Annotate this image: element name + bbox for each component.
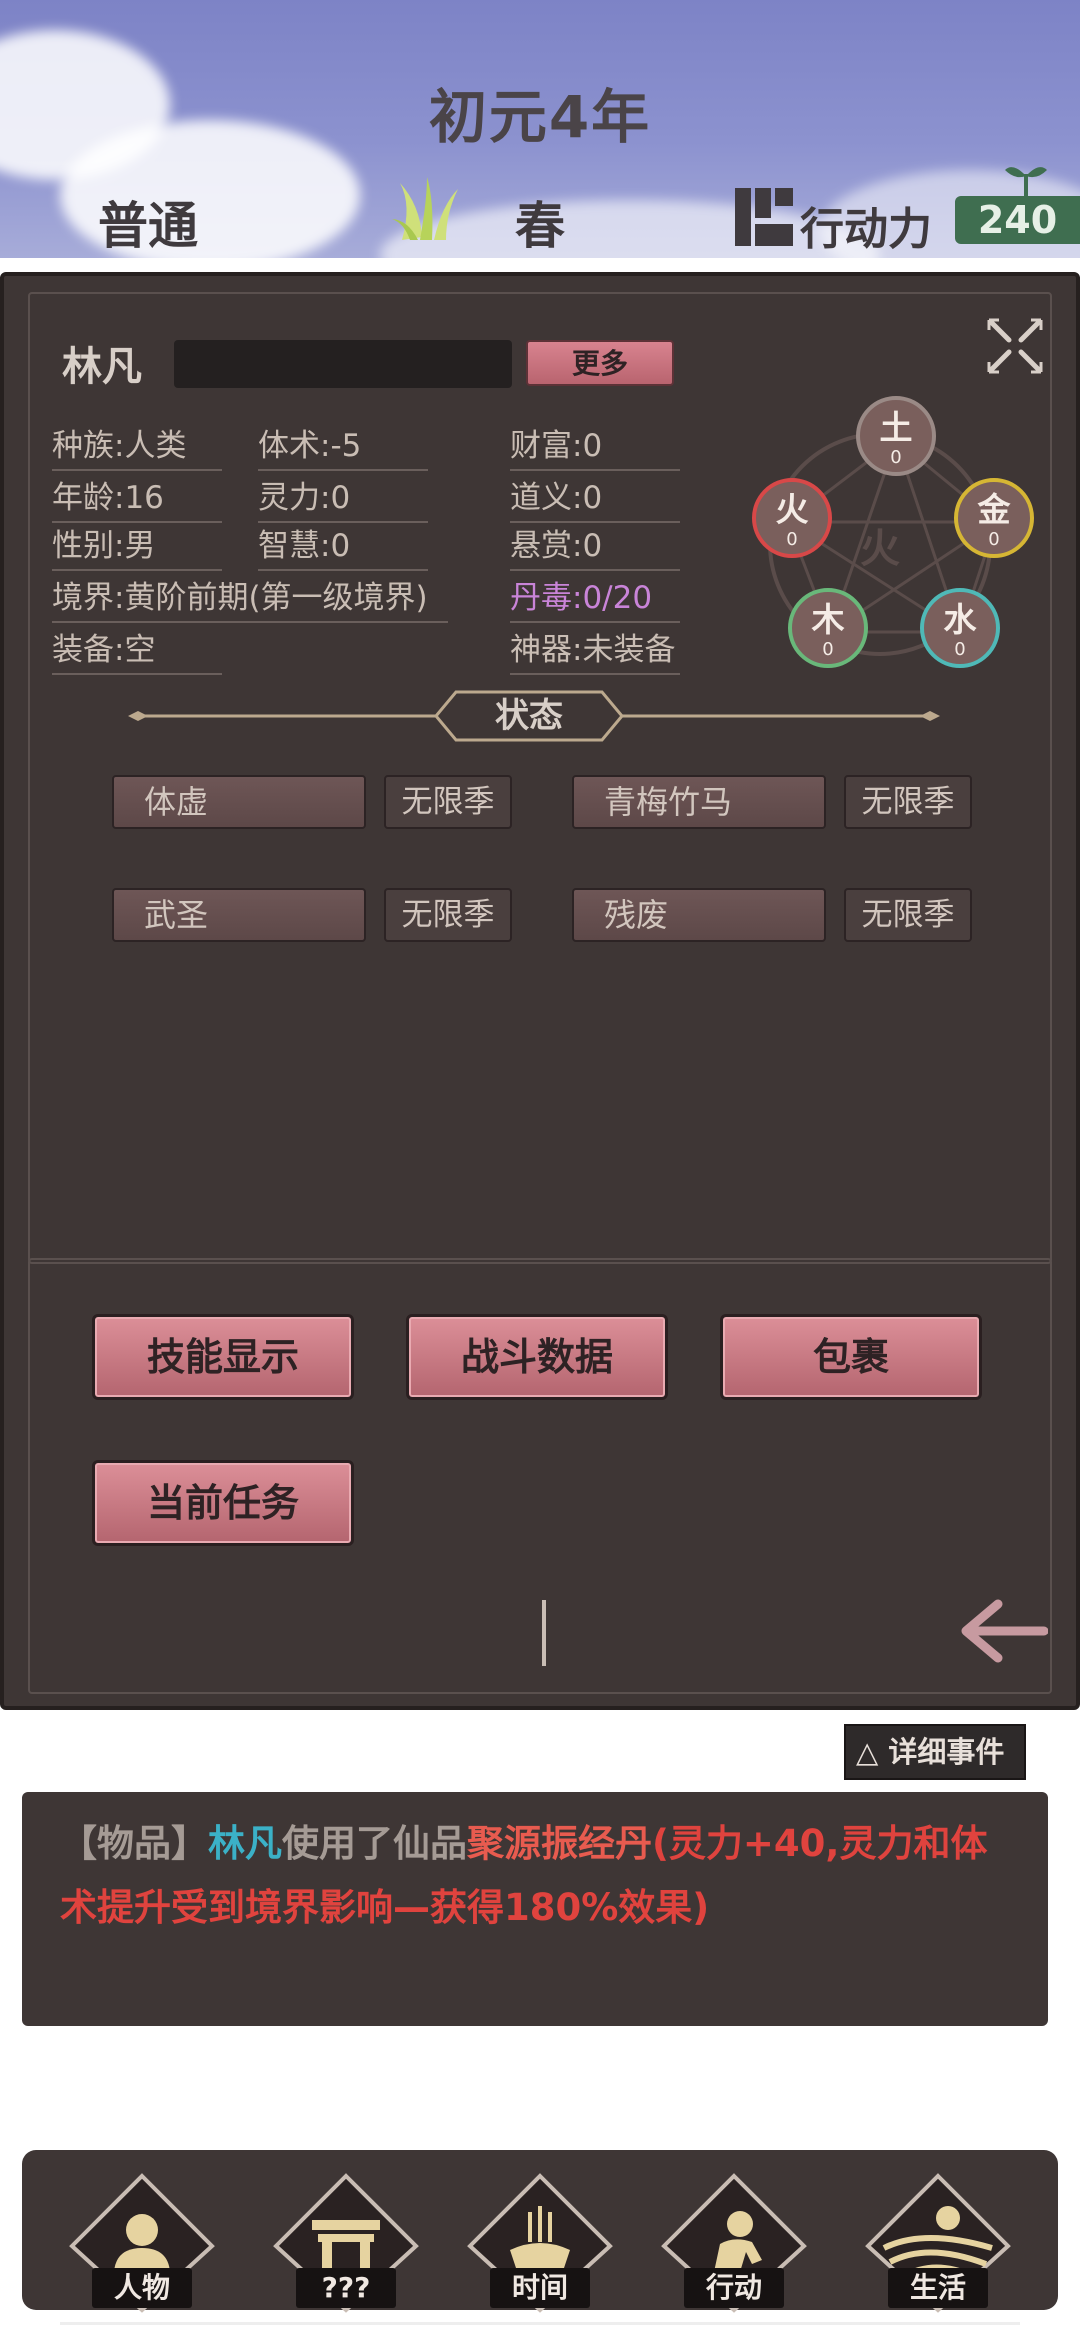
buff-name[interactable]: 青梅竹马 — [572, 775, 826, 829]
wuxing-center-label: 火 — [860, 526, 900, 572]
back-arrow-icon[interactable] — [958, 1598, 1048, 1664]
action-points-icon — [735, 188, 793, 246]
combat-data-button[interactable]: 战斗数据 — [406, 1314, 668, 1400]
stat-gender: 性别:男 — [52, 520, 222, 571]
close-icon[interactable] — [985, 316, 1045, 376]
element-fire: 火0 — [752, 478, 832, 558]
stat-wisdom: 智慧:0 — [258, 520, 428, 571]
character-name: 林凡 — [62, 344, 142, 390]
stat-pill-poison: 丹毒:0/20 — [510, 572, 680, 623]
nav-action[interactable]: 行动 — [660, 2172, 808, 2314]
element-wood: 木0 — [788, 588, 868, 668]
buff-duration: 无限季 — [844, 888, 972, 942]
stat-body: 体术:-5 — [258, 420, 428, 471]
spring-grass-icon — [392, 177, 458, 240]
buff-duration: 无限季 — [844, 775, 972, 829]
buff-name[interactable]: 武圣 — [112, 888, 366, 942]
sprout-icon — [1005, 167, 1047, 200]
stat-realm: 境界:黄阶前期(第一级境界) — [52, 572, 448, 623]
current-quest-button[interactable]: 当前任务 — [92, 1460, 354, 1546]
stat-wealth: 财富:0 — [510, 420, 680, 471]
event-text: 使用了仙品 — [282, 1822, 467, 1865]
buff-name[interactable]: 残废 — [572, 888, 826, 942]
buff-name[interactable]: 体虚 — [112, 775, 366, 829]
skills-button[interactable]: 技能显示 — [92, 1314, 354, 1400]
nav-life[interactable]: 生活 — [864, 2172, 1012, 2314]
nav-label: 时间 — [490, 2268, 590, 2308]
element-earth: 土0 — [856, 396, 936, 476]
action-points-label: 行动力 — [800, 204, 932, 255]
nav-character[interactable]: 人物 — [68, 2172, 216, 2314]
difficulty-mode: 普通 — [98, 197, 198, 255]
buff-duration: 无限季 — [384, 775, 512, 829]
bag-button[interactable]: 包裹 — [720, 1314, 982, 1400]
stat-race: 种族:人类 — [52, 420, 222, 471]
nav-label: 生活 — [888, 2268, 988, 2308]
event-item-name: 聚源振经丹 — [467, 1822, 652, 1865]
element-metal: 金0 — [954, 478, 1034, 558]
detail-events-button[interactable]: △ 详细事件 — [844, 1724, 1026, 1780]
text-cursor — [542, 1600, 546, 1666]
stat-equipment: 装备:空 — [52, 624, 222, 675]
nav-label: ??? — [296, 2268, 396, 2308]
year-title: 初元4年 — [428, 83, 652, 151]
stat-age: 年龄:16 — [52, 472, 222, 523]
nav-label: 行动 — [684, 2268, 784, 2308]
season-label: 春 — [515, 197, 565, 255]
action-points-value: 240 — [955, 196, 1080, 244]
status-title: 状态 — [495, 696, 563, 736]
home-indicator — [60, 2322, 1020, 2325]
stat-morality: 道义:0 — [510, 472, 680, 523]
stat-bounty: 悬赏:0 — [510, 520, 680, 571]
nav-time[interactable]: 时间 — [466, 2172, 614, 2314]
nav-unknown[interactable]: ??? — [272, 2172, 420, 2314]
five-elements-diagram: 火 土0 金0 水0 木0 火0 — [748, 392, 1034, 676]
event-character-name: 林凡 — [208, 1822, 282, 1865]
character-title-bar — [174, 340, 512, 388]
nav-label: 人物 — [92, 2268, 192, 2308]
more-button[interactable]: 更多 — [526, 340, 674, 386]
event-log: 【物品】林凡使用了仙品聚源振经丹(灵力+40,灵力和体术提升受到境界影响—获得1… — [22, 1792, 1048, 2026]
element-water: 水0 — [920, 588, 1000, 668]
event-tag: 【物品】 — [60, 1822, 208, 1865]
stat-artifact: 神器:未装备 — [510, 624, 680, 675]
stat-spirit: 灵力:0 — [258, 472, 428, 523]
buff-duration: 无限季 — [384, 888, 512, 942]
